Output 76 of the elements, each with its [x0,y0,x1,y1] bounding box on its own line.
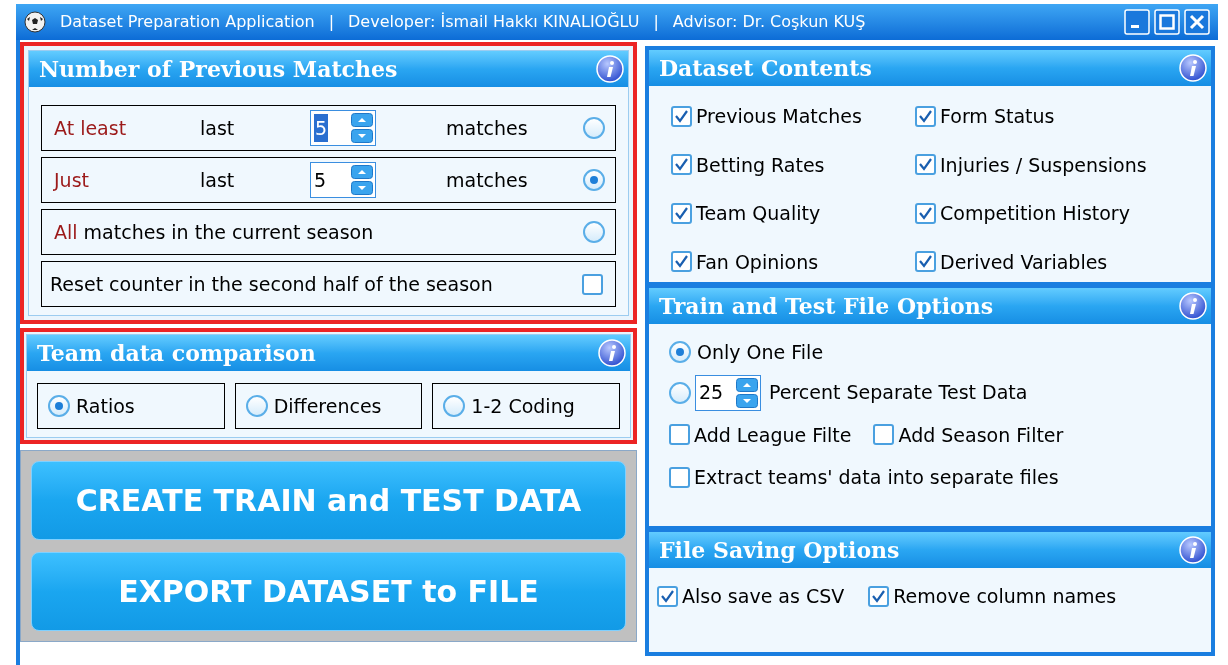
checkbox-label[interactable]: Add Season Filter [898,420,1064,449]
option-label: Just [54,167,90,193]
checkbox-label[interactable]: Extract teams' data into separate files [694,463,1059,492]
soccer-ball-icon [24,11,46,33]
checkbox[interactable] [657,585,678,607]
radio-button[interactable] [443,395,466,417]
option-label: matches [446,115,528,141]
panel-title: Dataset Contents [659,53,872,83]
checkbox-label[interactable]: Derived Variables [940,247,1108,276]
checkbox-label[interactable]: Betting Rates [696,150,825,179]
option-label: Reset counter in the second half of the season [50,271,493,297]
minimize-icon[interactable] [1124,9,1150,35]
title-separator: | [328,11,335,33]
checkbox[interactable] [915,154,936,176]
radio-button[interactable] [583,117,605,139]
option-label: last [200,115,236,141]
panel-title: Train and Test File Options [659,291,994,321]
checkbox[interactable] [915,251,936,273]
spin-down-icon[interactable] [351,129,373,143]
checkbox-label[interactable]: Remove column names [893,582,1117,611]
checkbox[interactable] [671,251,692,273]
radio-label[interactable]: Percent Separate Test Data [769,378,1028,407]
checkbox-label[interactable]: Injuries / Suspensions [940,150,1147,179]
radio-button[interactable] [583,169,605,191]
spin-up-icon[interactable] [736,377,758,392]
checkbox[interactable] [669,424,690,446]
number-spinner[interactable]: 5 [310,110,376,146]
window-title: Dataset Preparation Application [60,11,315,33]
checkbox[interactable] [873,424,895,446]
number-spinner[interactable]: 25 [695,374,761,411]
checkbox[interactable] [868,585,890,607]
window-title: Advisor: Dr. Coşkun KUŞ [672,11,866,33]
close-icon[interactable] [1184,9,1210,35]
checkbox-label[interactable]: Also save as CSV [682,582,845,611]
panel-title: Number of Previous Matches [39,54,398,84]
option-label[interactable]: 1-2 Coding [471,391,575,421]
checkbox[interactable] [915,105,936,127]
checkbox[interactable] [582,273,603,295]
checkbox-label[interactable]: Team Quality [696,199,821,228]
checkbox-label[interactable]: Add League Filte [694,420,852,449]
checkbox-label[interactable]: Fan Opinions [696,247,819,276]
spin-down-icon[interactable] [736,393,758,408]
option-label: last [200,167,236,193]
panel-title: Team data comparison [37,338,316,368]
number-spinner[interactable]: 5 [310,162,376,198]
spin-down-icon[interactable] [351,181,373,195]
checkbox-label[interactable]: Previous Matches [696,102,862,131]
checkbox-label[interactable]: Form Status [940,102,1055,131]
radio-button[interactable] [48,395,70,417]
radio-button[interactable] [669,381,691,404]
info-icon[interactable] [1179,536,1207,564]
info-icon[interactable] [1179,54,1207,82]
option-label[interactable]: Differences [273,391,382,421]
maximize-icon[interactable] [1154,9,1180,35]
option-label[interactable]: Ratios [76,391,135,421]
radio-button[interactable] [669,341,691,364]
info-icon[interactable] [1179,292,1207,320]
title-separator: | [653,11,659,33]
info-icon[interactable] [598,339,626,367]
checkbox[interactable] [671,105,692,127]
option-label: matches [446,167,528,193]
panel-title: File Saving Options [659,535,900,565]
checkbox[interactable] [915,202,936,224]
option-label: All matches in the current season [54,219,374,245]
info-icon[interactable] [596,55,624,83]
checkbox[interactable] [671,202,692,224]
window-title: Developer: İsmail Hakkı KINALIOĞLU [348,11,640,33]
checkbox-label[interactable]: Competition History [940,199,1130,228]
spin-up-icon[interactable] [351,165,373,179]
radio-button[interactable] [245,395,268,417]
radio-button[interactable] [583,221,605,243]
checkbox[interactable] [669,466,690,488]
radio-label[interactable]: Only One File [697,338,824,367]
option-label: At least [54,115,128,141]
spin-up-icon[interactable] [351,113,373,127]
checkbox[interactable] [671,154,692,176]
